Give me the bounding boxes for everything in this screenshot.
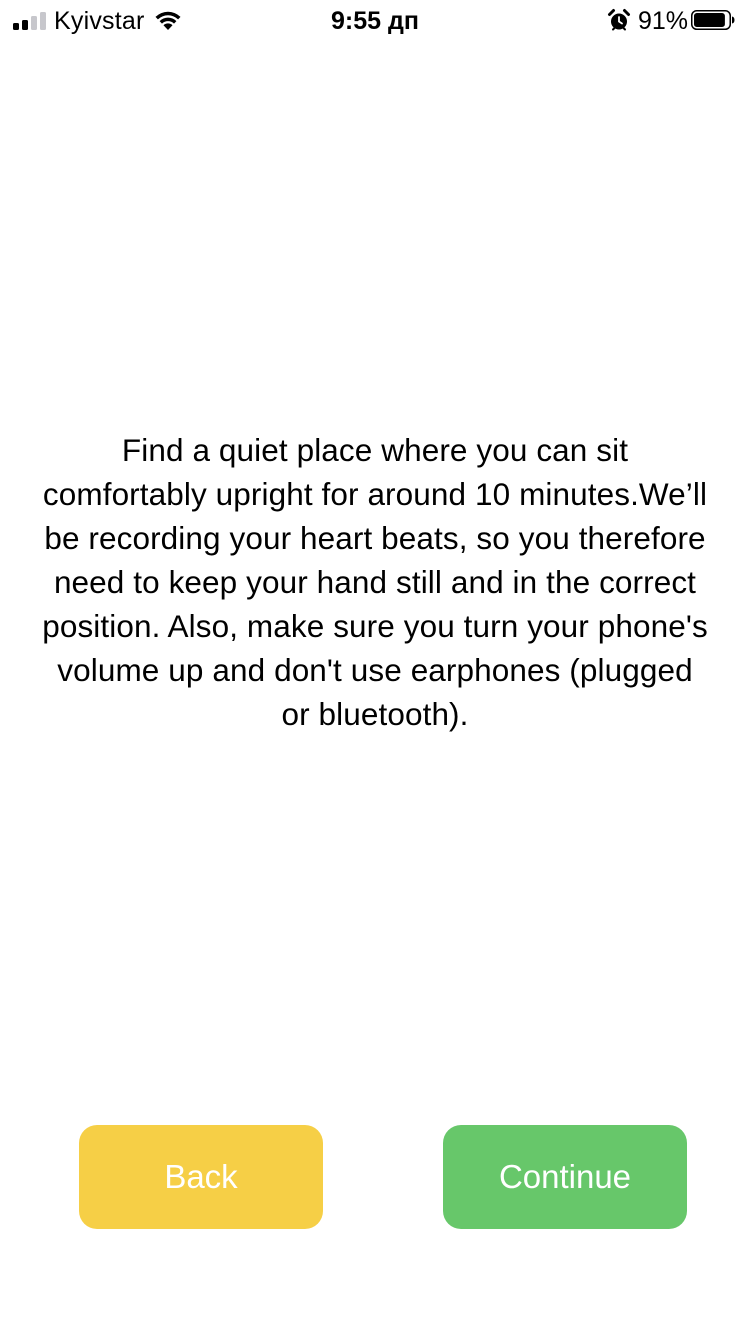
status-bar: Kyivstar 9:55 дп 91% bbox=[0, 0, 750, 40]
back-button[interactable]: Back bbox=[79, 1125, 323, 1229]
battery-icon bbox=[691, 10, 735, 30]
instruction-text: Find a quiet place where you can sit com… bbox=[42, 432, 708, 732]
battery-percent: 91% bbox=[638, 7, 689, 35]
back-button-label: Back bbox=[164, 1158, 238, 1195]
continue-button[interactable]: Continue bbox=[443, 1125, 687, 1229]
alarm-icon bbox=[608, 9, 630, 31]
continue-button-label: Continue bbox=[498, 1158, 632, 1195]
